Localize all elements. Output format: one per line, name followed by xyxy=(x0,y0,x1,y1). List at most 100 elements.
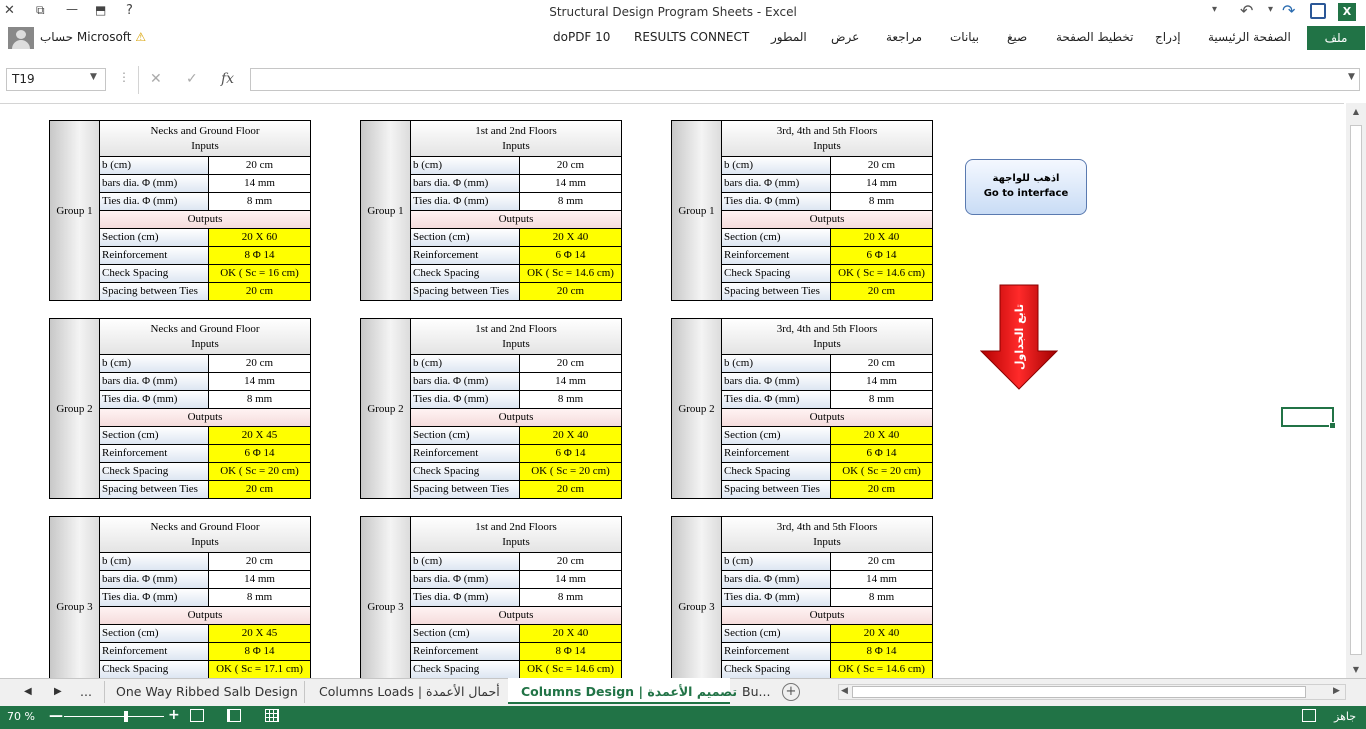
zoom-in-icon[interactable]: + xyxy=(168,707,180,723)
output-value[interactable]: 6 Φ 14 xyxy=(209,445,310,462)
output-value[interactable]: 20 cm xyxy=(831,283,932,300)
input-value[interactable]: 20 cm xyxy=(520,355,621,372)
input-value[interactable]: 20 cm xyxy=(831,355,932,372)
tab-insert[interactable]: إدراج xyxy=(1155,30,1181,44)
more-options-icon[interactable]: ⋮ xyxy=(118,70,130,84)
output-value[interactable]: OK ( Sc = 16 cm) xyxy=(209,265,310,282)
input-value[interactable]: 14 mm xyxy=(520,571,621,588)
output-value[interactable]: 20 cm xyxy=(520,481,621,498)
avatar[interactable] xyxy=(8,27,34,49)
input-value[interactable]: 14 mm xyxy=(209,571,310,588)
horizontal-scroll-thumb[interactable] xyxy=(852,686,1306,698)
output-value[interactable]: OK ( Sc = 17.1 cm) xyxy=(209,661,310,678)
output-value[interactable]: 20 cm xyxy=(831,481,932,498)
sheet-tab-truncated[interactable]: Bu... xyxy=(742,684,770,699)
zoom-level[interactable]: 70 % xyxy=(7,710,35,723)
input-value[interactable]: 14 mm xyxy=(831,175,932,192)
input-value[interactable]: 20 cm xyxy=(209,553,310,570)
input-value[interactable]: 14 mm xyxy=(209,175,310,192)
tab-developer[interactable]: المطور xyxy=(771,30,807,44)
scroll-down-icon[interactable]: ▼ xyxy=(1346,665,1366,674)
output-value[interactable]: 8 Φ 14 xyxy=(209,643,310,660)
insert-function-icon[interactable]: fx xyxy=(221,71,234,87)
macro-record-icon[interactable] xyxy=(1302,709,1316,722)
output-value[interactable]: 20 X 40 xyxy=(831,625,932,642)
output-value[interactable]: 20 cm xyxy=(209,481,310,498)
output-value[interactable]: 6 Φ 14 xyxy=(520,445,621,462)
tab-file[interactable]: ملف xyxy=(1307,26,1365,50)
zoom-out-icon[interactable]: — xyxy=(49,708,63,724)
tab-page-layout[interactable]: تخطيط الصفحة xyxy=(1056,30,1133,44)
output-value[interactable]: OK ( Sc = 20 cm) xyxy=(209,463,310,480)
output-value[interactable]: OK ( Sc = 14.6 cm) xyxy=(520,265,621,282)
save-icon[interactable] xyxy=(1310,3,1326,19)
input-value[interactable]: 8 mm xyxy=(831,193,932,210)
output-value[interactable]: 20 X 40 xyxy=(520,229,621,246)
sheet-tab-one-way-ribbed[interactable]: One Way Ribbed Salb Design xyxy=(116,684,298,699)
output-value[interactable]: OK ( Sc = 20 cm) xyxy=(831,463,932,480)
input-value[interactable]: 8 mm xyxy=(520,193,621,210)
input-value[interactable]: 8 mm xyxy=(209,193,310,210)
input-value[interactable]: 20 cm xyxy=(520,157,621,174)
output-value[interactable]: OK ( Sc = 14.6 cm) xyxy=(831,265,932,282)
output-value[interactable]: 20 X 40 xyxy=(831,229,932,246)
cancel-icon[interactable]: ✕ xyxy=(150,71,162,87)
expand-formula-icon[interactable]: ▼ xyxy=(1348,72,1355,82)
tab-scroll-prev-icon[interactable]: ◀ xyxy=(24,686,32,697)
output-value[interactable]: 20 cm xyxy=(520,283,621,300)
name-box-dropdown-icon[interactable]: ▼ xyxy=(90,72,97,82)
input-value[interactable]: 8 mm xyxy=(520,391,621,408)
output-value[interactable]: 20 X 45 xyxy=(209,427,310,444)
tab-results-connect[interactable]: RESULTS CONNECT xyxy=(634,30,749,44)
output-value[interactable]: 20 cm xyxy=(209,283,310,300)
redo-icon[interactable]: ↷ xyxy=(1282,1,1295,20)
output-value[interactable]: 8 Φ 14 xyxy=(520,643,621,660)
input-value[interactable]: 20 cm xyxy=(209,157,310,174)
more-tabs-button[interactable]: ... xyxy=(80,684,92,699)
continue-tables-arrow[interactable]: تابع الجداول xyxy=(980,283,1058,391)
output-value[interactable]: 20 X 40 xyxy=(520,625,621,642)
input-value[interactable]: 14 mm xyxy=(831,373,932,390)
input-value[interactable]: 8 mm xyxy=(520,589,621,606)
input-value[interactable]: 20 cm xyxy=(209,355,310,372)
go-to-interface-button[interactable]: اذهب للواجهة Go to interface xyxy=(965,159,1087,215)
input-value[interactable]: 20 cm xyxy=(831,157,932,174)
input-value[interactable]: 8 mm xyxy=(209,589,310,606)
output-value[interactable]: 8 Φ 14 xyxy=(831,643,932,660)
customize-qat-icon[interactable]: ▾ xyxy=(1212,4,1217,15)
tab-formulas[interactable]: صيغ xyxy=(1007,30,1027,44)
output-value[interactable]: 20 X 45 xyxy=(209,625,310,642)
scroll-up-icon[interactable]: ▲ xyxy=(1346,107,1366,116)
output-value[interactable]: 6 Φ 14 xyxy=(831,445,932,462)
input-value[interactable]: 14 mm xyxy=(520,373,621,390)
tab-data[interactable]: بيانات xyxy=(950,30,979,44)
page-break-view-icon[interactable] xyxy=(190,709,204,722)
normal-view-icon[interactable] xyxy=(265,709,279,722)
add-sheet-button[interactable]: + xyxy=(782,683,800,701)
vertical-scroll-thumb[interactable] xyxy=(1350,125,1362,655)
undo-dropdown-icon[interactable]: ▾ xyxy=(1268,4,1273,15)
output-value[interactable]: 20 X 40 xyxy=(520,427,621,444)
undo-icon[interactable]: ↶ xyxy=(1240,1,1253,20)
sheet-tab-columns-loads[interactable]: Columns Loads | أحمال الأعمدة xyxy=(319,684,500,699)
output-value[interactable]: 20 X 40 xyxy=(831,427,932,444)
output-value[interactable]: 6 Φ 14 xyxy=(520,247,621,264)
zoom-slider-thumb[interactable] xyxy=(124,711,128,722)
input-value[interactable]: 14 mm xyxy=(831,571,932,588)
tab-review[interactable]: مراجعة xyxy=(886,30,922,44)
input-value[interactable]: 14 mm xyxy=(209,373,310,390)
input-value[interactable]: 14 mm xyxy=(520,175,621,192)
output-value[interactable]: 8 Φ 14 xyxy=(209,247,310,264)
tab-scroll-next-icon[interactable]: ▶ xyxy=(54,686,62,697)
tab-view[interactable]: عرض xyxy=(831,30,859,44)
formula-input[interactable] xyxy=(250,68,1360,91)
tab-home[interactable]: الصفحة الرئيسية xyxy=(1208,30,1291,44)
output-value[interactable]: OK ( Sc = 14.6 cm) xyxy=(520,661,621,678)
tab-dopdf[interactable]: doPDF 10 xyxy=(553,30,610,44)
input-value[interactable]: 8 mm xyxy=(831,589,932,606)
zoom-slider-track[interactable] xyxy=(64,716,164,717)
output-value[interactable]: 6 Φ 14 xyxy=(831,247,932,264)
scroll-left-icon[interactable]: ◀ xyxy=(841,686,848,696)
input-value[interactable]: 20 cm xyxy=(520,553,621,570)
page-layout-view-icon[interactable] xyxy=(227,709,241,722)
